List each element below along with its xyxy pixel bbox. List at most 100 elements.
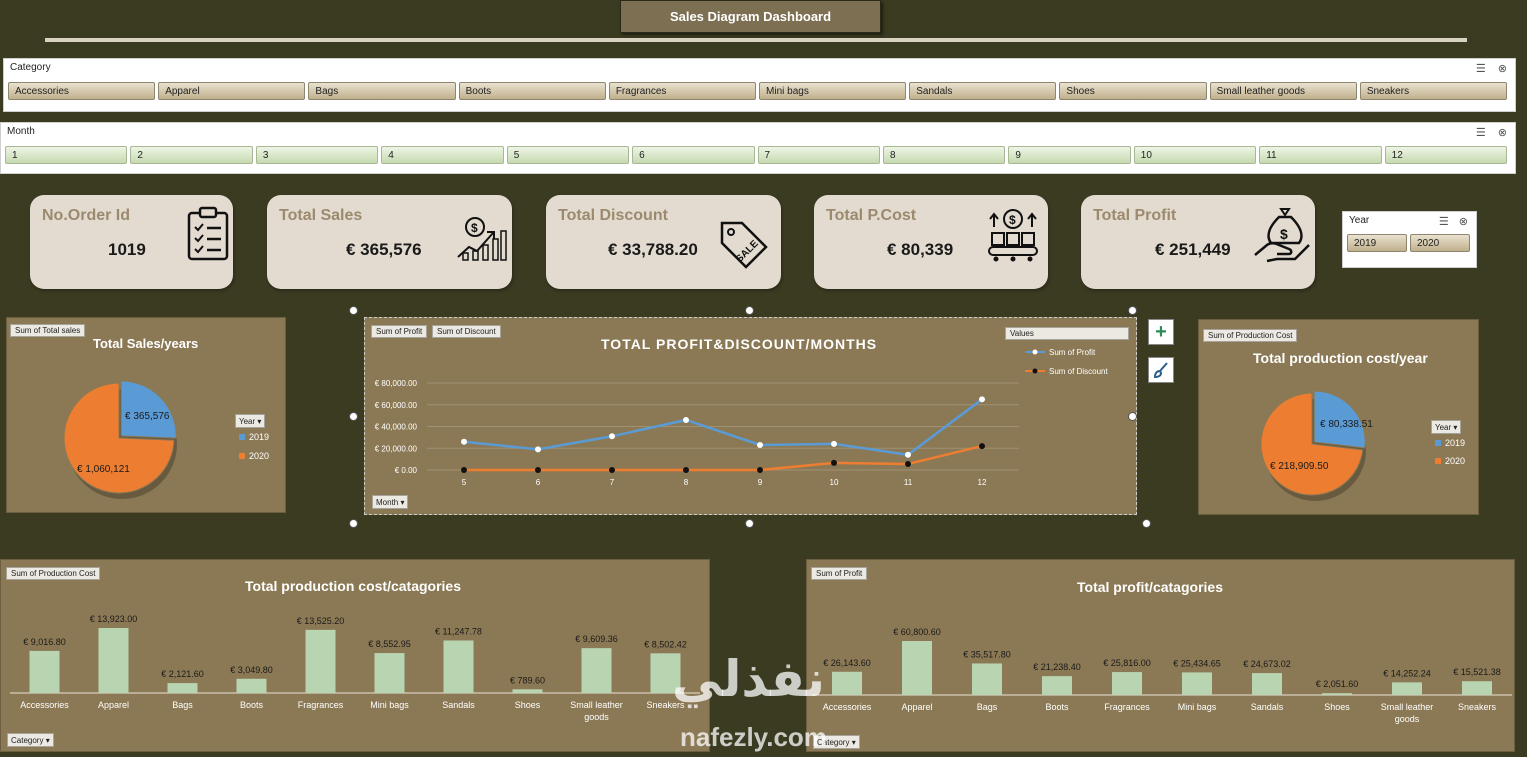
bar xyxy=(1462,681,1492,695)
bar-data-label: € 789.60 xyxy=(510,675,545,685)
chart-styles-brush-icon[interactable] xyxy=(1148,357,1174,383)
bar-data-label: € 15,521.38 xyxy=(1453,667,1501,677)
category-item-bags[interactable]: Bags xyxy=(308,82,456,100)
resize-handle[interactable] xyxy=(745,306,754,315)
data-point xyxy=(979,443,985,450)
category-item-accessories[interactable]: Accessories xyxy=(8,82,156,100)
year-item-2019[interactable]: 2019 xyxy=(1347,234,1407,252)
category-label: Fragrances xyxy=(298,700,344,710)
month-item-2[interactable]: 2 xyxy=(130,146,253,164)
month-item-1[interactable]: 1 xyxy=(5,146,128,164)
month-item-5[interactable]: 5 xyxy=(506,146,630,164)
category-item-small-leather-goods[interactable]: Small leather goods xyxy=(1209,82,1357,100)
month-item-11[interactable]: 11 xyxy=(1259,146,1382,164)
category-item-sandals[interactable]: Sandals xyxy=(909,82,1057,100)
bar xyxy=(98,628,129,693)
category-label: Small leather xyxy=(570,700,623,710)
resize-handle[interactable] xyxy=(1128,412,1137,421)
pie-slice xyxy=(120,380,177,439)
category-item-boots[interactable]: Boots xyxy=(458,82,606,100)
series-line-profit xyxy=(463,398,983,457)
sales-by-year-pie-panel: Sum of Total sales Total Sales/years € 3… xyxy=(6,317,286,513)
resize-handle[interactable] xyxy=(1128,306,1137,315)
bar xyxy=(305,629,336,693)
category-item-shoes[interactable]: Shoes xyxy=(1059,82,1207,100)
kpi-title: Total Discount xyxy=(558,207,668,224)
month-item-7[interactable]: 7 xyxy=(757,146,880,164)
resize-handle[interactable] xyxy=(349,306,358,315)
kpi-total-discount: Total Discount € 33,788.20 SALE xyxy=(546,195,781,289)
year-filter-dropdown[interactable]: Year ▾ xyxy=(235,414,266,428)
bar xyxy=(1182,672,1212,695)
data-point xyxy=(683,467,689,473)
category-label: Boots xyxy=(1045,702,1069,712)
resize-handle[interactable] xyxy=(1142,519,1151,528)
month-item-12[interactable]: 12 xyxy=(1384,146,1508,164)
resize-handle[interactable] xyxy=(349,519,358,528)
bar xyxy=(374,653,405,693)
data-point xyxy=(757,467,763,473)
category-label: Apparel xyxy=(98,700,129,710)
multi-select-icon[interactable]: ☰ xyxy=(1476,62,1486,75)
x-tick-label: 9 xyxy=(758,478,763,487)
bar-chart: € 9,016.80 Accessories € 13,923.00 Apparel €… xyxy=(10,614,700,722)
year-item-2020[interactable]: 2020 xyxy=(1410,234,1470,252)
category-filter-dropdown[interactable]: Category ▾ xyxy=(7,733,54,747)
bar-data-label: € 35,517.80 xyxy=(963,649,1011,659)
category-label: goods xyxy=(1395,714,1420,724)
dropdown-label: Year xyxy=(1435,423,1452,432)
category-item-fragrances[interactable]: Fragrances xyxy=(608,82,757,100)
multi-select-icon[interactable]: ☰ xyxy=(1439,215,1449,228)
resize-handle[interactable] xyxy=(349,412,358,421)
x-tick-label: 12 xyxy=(978,478,987,487)
pie-data-label: € 1,060,121 xyxy=(77,464,130,475)
data-point xyxy=(461,438,467,445)
bar-data-label: € 2,121.60 xyxy=(161,669,204,679)
bar xyxy=(581,648,612,693)
production-cost-pie-panel: Sum of Production Cost Total production … xyxy=(1198,319,1479,515)
month-item-10[interactable]: 10 xyxy=(1133,146,1257,164)
month-item-9[interactable]: 9 xyxy=(1008,146,1131,164)
month-item-6[interactable]: 6 xyxy=(632,146,755,164)
bar xyxy=(1042,676,1072,695)
kpi-title: No.Order Id xyxy=(42,207,131,224)
legend-label: 2020 xyxy=(1445,456,1466,466)
pie-data-label: € 365,576 xyxy=(125,411,170,422)
y-tick-label: € 40,000.00 xyxy=(375,423,418,432)
bar xyxy=(972,663,1002,695)
category-item-sneakers[interactable]: Sneakers xyxy=(1359,82,1508,100)
bar-data-label: € 21,238.40 xyxy=(1033,662,1081,672)
data-point xyxy=(609,467,615,473)
kpi-title: Total Sales xyxy=(279,207,363,224)
month-item-8[interactable]: 8 xyxy=(882,146,1006,164)
bar-data-label: € 8,552.95 xyxy=(368,639,411,649)
clear-filter-icon[interactable]: ⊗ xyxy=(1459,215,1468,228)
month-filter-dropdown[interactable]: Month ▾ xyxy=(372,495,409,509)
category-label: Boots xyxy=(240,700,264,710)
bar-data-label: € 24,673.02 xyxy=(1243,659,1291,669)
chart-elements-plus-icon[interactable]: + xyxy=(1148,319,1174,345)
bar xyxy=(1392,682,1422,695)
year-slicer-label: Year xyxy=(1349,215,1370,226)
bar xyxy=(1112,672,1142,695)
svg-text:$: $ xyxy=(471,221,478,235)
category-item-mini-bags[interactable]: Mini bags xyxy=(759,82,907,100)
month-item-3[interactable]: 3 xyxy=(255,146,379,164)
bar xyxy=(512,689,543,693)
legend-label: 2020 xyxy=(249,451,270,461)
category-slicer-label: Category xyxy=(10,62,51,73)
year-filter-dropdown[interactable]: Year ▾ xyxy=(1431,420,1462,434)
title-divider xyxy=(45,38,1467,42)
resize-handle[interactable] xyxy=(745,519,754,528)
clear-filter-icon[interactable]: ⊗ xyxy=(1498,62,1507,75)
category-label: Shoes xyxy=(1324,702,1350,712)
profit-discount-line-panel[interactable]: Sum of Profit Sum of Discount TOTAL PROF… xyxy=(364,317,1137,515)
clear-filter-icon[interactable]: ⊗ xyxy=(1498,126,1507,139)
clipboard-checklist-icon xyxy=(186,205,230,266)
bar-chart: € 26,143.60 Accessories € 60,800.60 Apparel… xyxy=(812,627,1512,724)
category-item-apparel[interactable]: Apparel xyxy=(158,82,306,100)
pie-data-label: € 80,338.51 xyxy=(1320,419,1373,430)
multi-select-icon[interactable]: ☰ xyxy=(1476,126,1486,139)
pie-chart: € 80,338.51 € 218,909.50 xyxy=(1260,390,1373,501)
month-item-4[interactable]: 4 xyxy=(381,146,504,164)
